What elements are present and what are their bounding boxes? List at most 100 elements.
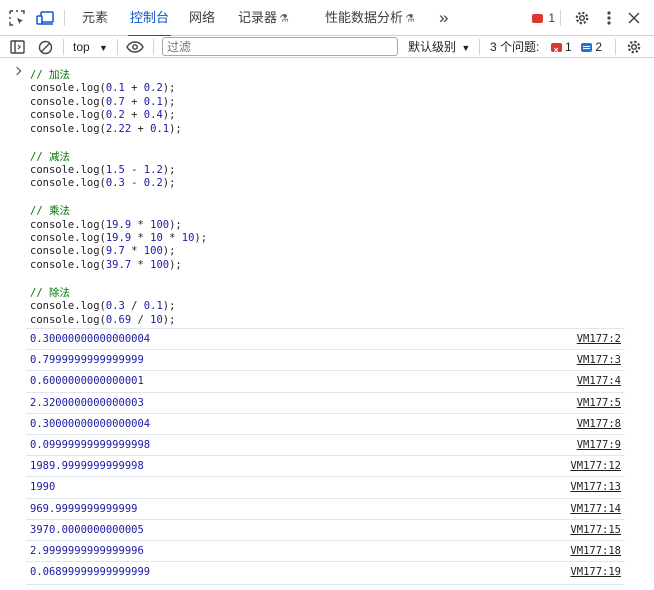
code-operator: + [124,109,144,122]
code-number: 19.9 [105,218,132,231]
device-toolbar-icon[interactable] [36,9,54,27]
code-number: 1.2 [143,163,163,176]
source-location-link[interactable]: VM177:5 [577,393,621,414]
code-comment-line: // 乘法 [30,205,70,218]
tab-performance-insights[interactable]: 性能数据分析 ⚗ [325,0,415,36]
source-location-link[interactable]: VM177:15 [570,520,621,541]
console-message-row: 0.09999999999999998 VM177:9 [26,434,625,455]
output-value: 2.3200000000000003 [30,396,144,409]
expand-chevron-icon[interactable] [12,66,22,76]
source-location-link[interactable]: VM177:19 [570,562,621,583]
source-location-link[interactable]: VM177:4 [577,371,621,392]
close-devtools-icon[interactable] [625,9,643,27]
code-punct: ); [169,218,182,231]
more-tabs-button[interactable]: » [439,0,448,36]
console-message-row: 3970.0000000000005 VM177:15 [26,518,625,541]
code-comment-line: // 除法 [30,287,70,300]
console-message-row: 0.30000000000000004 VM177:8 [26,412,625,435]
tab-elements[interactable]: 元素 [82,0,108,36]
code-fn: console.log( [30,313,106,326]
code-operator: + [124,82,144,95]
code-number: 100 [150,258,170,271]
tab-recorder[interactable]: 记录器 ⚗ [238,0,289,36]
log-levels-dropdown[interactable]: 默认级别 ▼ [408,36,470,58]
source-location-link[interactable]: VM177:18 [570,541,621,562]
code-operator: / [124,300,144,313]
more-options-kebab-icon[interactable] [600,9,618,27]
inspect-element-icon[interactable] [8,9,26,27]
source-location-link[interactable]: VM177:13 [570,477,621,498]
tab-network[interactable]: 网络 [189,0,215,36]
source-location-link[interactable]: VM177:9 [577,435,621,456]
console-settings-gear-icon[interactable] [625,38,643,56]
live-expression-eye-icon[interactable] [126,38,144,56]
code-number: 10 [181,232,195,244]
code-operator: * [162,232,182,244]
output-value: 1989.9999999999998 [30,460,144,473]
toolbar-divider [615,39,616,55]
code-operator: / [131,313,151,326]
code-operator: + [131,122,151,135]
code-punct: ); [162,82,176,95]
source-location-link[interactable]: VM177:8 [577,414,621,435]
error-counter-button[interactable]: 1 [532,0,555,46]
dropdown-triangle-icon: ▼ [461,43,471,53]
console-message-row: 2.9999999999999996 VM177:18 [26,540,625,561]
source-location-link[interactable]: VM177:12 [570,456,621,477]
code-punct: ); [162,109,176,122]
source-location-link[interactable]: VM177:14 [570,499,621,520]
tab-label: 网络 [189,10,216,25]
code-comment-line: // 加法 [30,69,70,82]
code-line: console.log(39.7 * 100); [30,259,182,272]
code-number: 10 [150,232,163,244]
sidebar-toggle-icon[interactable] [8,38,26,56]
code-fn: console.log( [30,177,106,190]
code-comment-line: // 减法 [30,151,70,164]
code-fn: console.log( [30,258,106,271]
console-toolbar: top ▼ 默认级别 ▼ 3 个问题: 1 2 [0,36,654,61]
output-value: 1990 [30,481,56,494]
output-divider [26,584,625,585]
code-line: console.log(19.9 * 10 * 10); [30,232,207,245]
log-levels-value: 默认级别 [408,40,457,54]
code-fn: console.log( [30,232,106,244]
code-number: 100 [143,245,163,258]
code-fn: console.log( [30,300,106,313]
tab-console[interactable]: 控制台 [127,0,172,37]
code-fn: console.log( [30,109,106,122]
clear-console-icon[interactable] [36,38,54,56]
code-punct: ); [162,313,176,326]
issues-counter[interactable]: 3 个问题: 1 2 [490,36,602,61]
tab-label: 元素 [82,10,109,25]
context-selector[interactable]: top ▼ [73,36,108,58]
source-location-link[interactable]: VM177:2 [577,329,621,350]
code-number: 19.9 [105,232,132,244]
console-message-row: 1989.9999999999998 VM177:12 [26,455,625,476]
code-number: 10 [150,313,163,326]
code-number: 0.4 [143,109,163,122]
toolbar-divider [63,39,64,55]
code-operator: * [131,232,151,244]
code-number: 0.2 [143,82,163,95]
code-punct: ); [162,95,176,108]
tab-label: 记录器 [238,10,278,25]
filter-input[interactable] [162,37,398,56]
code-punct: ); [169,258,182,271]
toolbar-divider [479,39,480,55]
code-number: 39.7 [105,258,132,271]
comment-text: // 减法 [30,150,70,163]
code-number: 100 [150,218,170,231]
source-location-link[interactable]: VM177:3 [577,350,621,371]
output-value: 0.30000000000000004 [30,333,151,345]
code-number: 0.2 [143,177,163,190]
code-line: console.log(0.7 + 0.1); [30,96,175,109]
comment-text: // 除法 [30,286,70,299]
settings-gear-icon[interactable] [573,9,591,27]
code-number: 0.3 [105,300,125,313]
code-fn: console.log( [30,122,106,135]
console-message-row: 0.30000000000000004 VM177:2 [26,328,625,349]
code-punct: ); [162,245,176,258]
code-number: 0.1 [105,82,125,95]
console-message-row: 0.6000000000000001 VM177:4 [26,370,625,391]
output-value: 0.06899999999999999 [30,566,151,579]
